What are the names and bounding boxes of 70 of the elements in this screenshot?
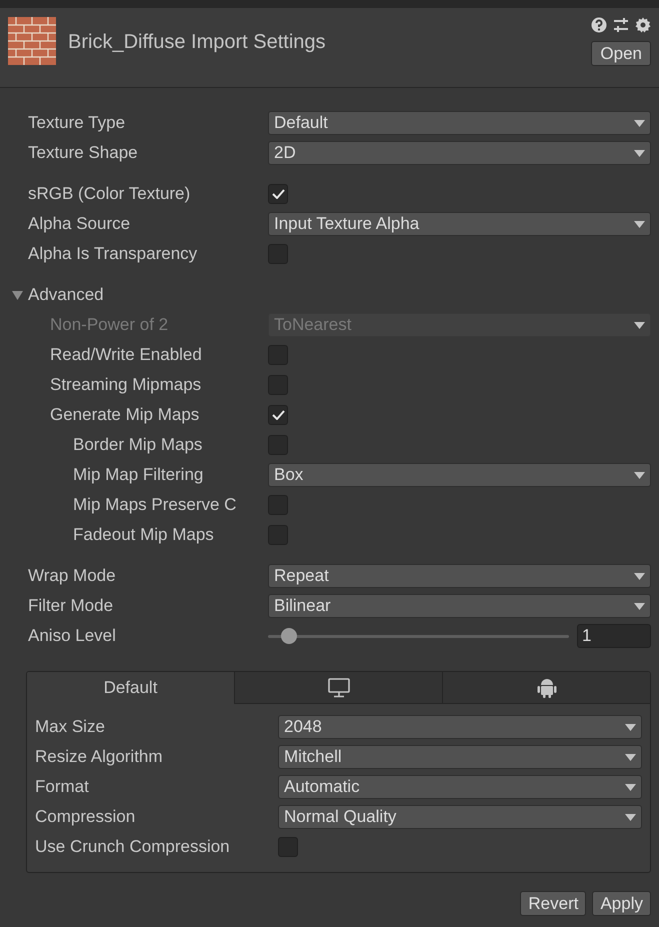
field-label: Wrap Mode [28, 566, 116, 586]
caret-icon [634, 572, 645, 580]
platform-tab[interactable] [442, 672, 650, 704]
field-label: Use Crunch Compression [35, 837, 230, 856]
caret-icon [634, 472, 645, 478]
checkmark-icon [272, 410, 284, 420]
field-label: sRGB (Color Texture) [28, 184, 190, 204]
caret-icon [625, 784, 636, 790]
caret-icon [634, 322, 645, 328]
android-icon [536, 677, 556, 698]
checkbox[interactable] [268, 525, 288, 545]
expanded-triangle-icon[interactable] [12, 290, 22, 300]
caret-icon [625, 724, 636, 730]
checkbox[interactable] [268, 244, 288, 264]
field-label: Max Size [35, 717, 105, 736]
field-label: Compression [35, 807, 136, 826]
field-label: Filter Mode [28, 596, 114, 616]
number-field[interactable]: 1 [577, 624, 651, 648]
field-label: Resize Algorithm [35, 747, 163, 766]
checkmark-icon [272, 189, 284, 199]
caret-icon [634, 150, 645, 156]
checkbox[interactable] [278, 837, 298, 857]
field-label: Read/Write Enabled [50, 345, 202, 364]
field-label: Mip Map Filtering [73, 465, 204, 484]
dropdown[interactable]: Mitchell [278, 745, 642, 769]
caret-icon [625, 814, 636, 820]
field-label: Texture Type [28, 113, 126, 132]
open-button[interactable]: Open [591, 41, 651, 66]
field-label: Alpha Is Transparency [28, 244, 198, 264]
settings-icon[interactable] [635, 17, 651, 33]
field-label: Aniso Level [28, 626, 116, 646]
foldout-label[interactable]: Advanced [28, 282, 104, 308]
footer-button[interactable]: Revert [520, 891, 586, 916]
checkbox[interactable] [268, 495, 288, 515]
field-label: Alpha Source [28, 214, 130, 234]
caret-icon [625, 754, 636, 760]
brick-texture-thumbnail [8, 17, 56, 65]
slider-thumb[interactable] [281, 628, 298, 644]
dropdown[interactable]: 2D [268, 141, 651, 165]
caret-icon [634, 220, 645, 228]
field-label: Streaming Mipmaps [50, 375, 202, 394]
slider[interactable] [268, 627, 569, 645]
caret-icon [634, 602, 645, 610]
field-label: Texture Shape [28, 143, 138, 162]
window-title: Brick_Diffuse Import Settings [68, 30, 327, 55]
field-label: Generate Mip Maps [50, 405, 200, 424]
sliders-icon[interactable] [613, 17, 629, 33]
checkbox[interactable] [268, 184, 288, 204]
help-icon[interactable] [591, 17, 607, 33]
footer-button[interactable]: Apply [592, 891, 651, 916]
checkbox[interactable] [268, 345, 288, 365]
field-label: Non-Power of 2 [50, 315, 168, 334]
monitor-icon [328, 678, 350, 698]
checkbox[interactable] [268, 375, 288, 395]
checkbox[interactable] [268, 405, 288, 425]
checkbox[interactable] [268, 435, 288, 455]
caret-icon [634, 120, 645, 126]
field-label: Mip Maps Preserve C [73, 495, 236, 514]
field-label: Fadeout Mip Maps [73, 525, 214, 544]
dropdown[interactable]: 2048 [278, 715, 642, 739]
field-label: Border Mip Maps [73, 435, 202, 454]
dropdown[interactable]: Default [268, 111, 651, 135]
dropdown[interactable]: Box [268, 463, 651, 487]
field-label: Format [35, 777, 89, 796]
dropdown[interactable]: Automatic [278, 775, 642, 799]
dropdown[interactable]: Bilinear [268, 594, 651, 618]
dropdown[interactable]: Repeat [268, 564, 651, 588]
dropdown[interactable]: Input Texture Alpha [268, 212, 651, 236]
platform-tab[interactable] [234, 672, 442, 704]
dropdown[interactable]: Normal Quality [278, 805, 642, 829]
